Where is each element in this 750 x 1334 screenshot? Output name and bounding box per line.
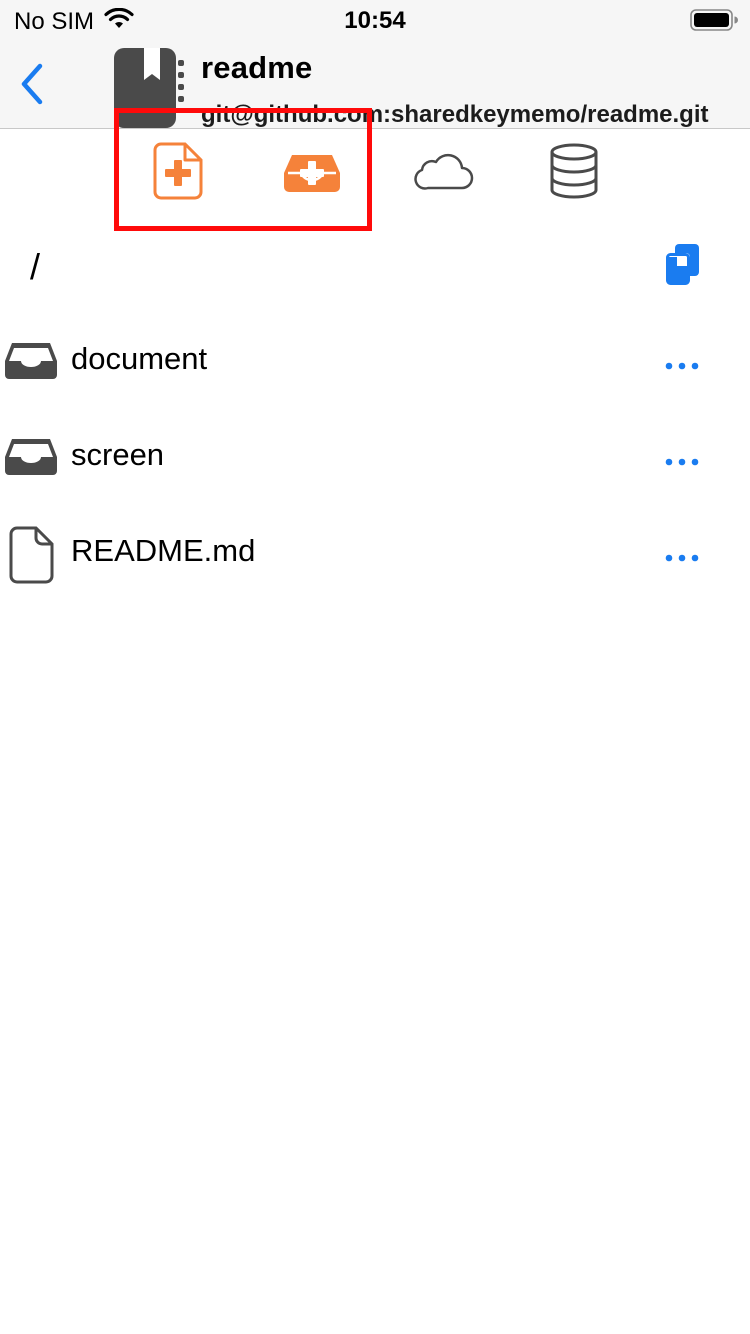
battery-icon: [690, 9, 738, 31]
screen: No SIM 10:54 readme git@github.com:share…: [0, 0, 750, 1334]
cloud-sync-button[interactable]: [409, 139, 479, 203]
back-button[interactable]: [14, 60, 50, 108]
chevron-left-icon: [21, 63, 43, 105]
ellipsis-icon: [665, 362, 699, 370]
more-button[interactable]: [656, 535, 708, 581]
repo-name: readme: [201, 50, 313, 85]
item-name: document: [71, 341, 208, 376]
file-list: document screen README.md: [0, 313, 750, 601]
tray-plus-icon: [284, 155, 340, 192]
repo-url: git@github.com:sharedkeymemo/readme.git: [201, 101, 709, 128]
database-icon: [550, 143, 598, 199]
list-item[interactable]: document: [0, 313, 750, 409]
ellipsis-icon: [665, 554, 699, 562]
document-icon: [2, 526, 60, 584]
copy-documents-icon: [666, 244, 699, 285]
status-bar: No SIM 10:54: [0, 0, 750, 40]
list-item[interactable]: README.md: [0, 505, 750, 601]
file-plus-icon: [153, 142, 203, 200]
copy-button[interactable]: [660, 240, 704, 290]
tray-folder-icon: [2, 335, 60, 387]
ellipsis-icon: [665, 458, 699, 466]
list-item[interactable]: screen: [0, 409, 750, 505]
database-button[interactable]: [539, 139, 609, 203]
new-file-button[interactable]: [143, 139, 213, 203]
tray-folder-icon: [2, 431, 60, 483]
nav-header: readme git@github.com:sharedkeymemo/read…: [0, 40, 750, 129]
toolbar: [0, 129, 750, 224]
path-row: /: [0, 232, 750, 302]
new-folder-button[interactable]: [277, 139, 347, 203]
cloud-icon: [414, 153, 474, 190]
more-button[interactable]: [656, 343, 708, 389]
repository-book-icon: [114, 48, 184, 128]
item-name: README.md: [71, 533, 256, 568]
current-path: /: [30, 246, 41, 287]
more-button[interactable]: [656, 439, 708, 485]
clock: 10:54: [344, 7, 406, 34]
item-name: screen: [71, 437, 165, 472]
